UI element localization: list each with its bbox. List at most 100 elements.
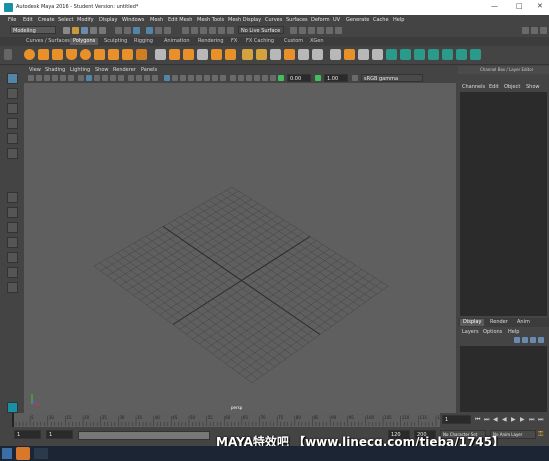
poly-plane-icon[interactable] bbox=[94, 49, 105, 60]
layer-menu-help[interactable]: Help bbox=[508, 329, 519, 335]
isolate-select-icon[interactable] bbox=[230, 75, 236, 81]
shelf-tab-xgen[interactable]: XGen bbox=[307, 38, 327, 45]
super-shape-icon[interactable] bbox=[136, 49, 147, 60]
poly-cube-icon[interactable] bbox=[38, 49, 49, 60]
render-settings-icon[interactable] bbox=[326, 27, 333, 34]
shelf-tab-animation[interactable]: Animation bbox=[161, 38, 193, 45]
depth-of-field-icon[interactable] bbox=[220, 75, 226, 81]
snap-target-icon[interactable] bbox=[227, 27, 234, 34]
undo-icon[interactable] bbox=[90, 27, 97, 34]
perspective-viewport[interactable]: persp bbox=[24, 83, 456, 413]
scale-tool-icon[interactable] bbox=[7, 148, 18, 159]
layer-tab-render[interactable]: Render bbox=[490, 319, 508, 326]
save-scene-icon[interactable] bbox=[81, 27, 88, 34]
boolean-icon[interactable] bbox=[197, 49, 208, 60]
automatic-mapping-icon[interactable] bbox=[428, 49, 439, 60]
menu-windows[interactable]: Windows bbox=[122, 17, 144, 23]
move-tool-icon[interactable] bbox=[7, 118, 18, 129]
step-back-key-icon[interactable]: ⏭ bbox=[484, 416, 489, 424]
shelf-tab-custom[interactable]: Custom bbox=[281, 38, 306, 45]
current-frame-field[interactable]: 1 bbox=[442, 415, 471, 424]
gate-mask-icon[interactable] bbox=[102, 75, 108, 81]
menu-edit-mesh[interactable]: Edit Mesh bbox=[168, 17, 192, 23]
view-transform-icon[interactable] bbox=[352, 75, 358, 81]
history-icon[interactable] bbox=[290, 27, 297, 34]
two-d-pan-icon[interactable] bbox=[60, 75, 66, 81]
exposure-icon[interactable] bbox=[278, 75, 284, 81]
shadows-icon[interactable] bbox=[188, 75, 194, 81]
mode-dropdown[interactable]: Modeling bbox=[10, 26, 56, 34]
snap-view-plane-icon[interactable] bbox=[209, 27, 216, 34]
bridge-icon[interactable] bbox=[225, 49, 236, 60]
wireframe-icon[interactable] bbox=[128, 75, 134, 81]
unfold-uv-icon[interactable] bbox=[456, 49, 467, 60]
extrude-icon[interactable] bbox=[211, 49, 222, 60]
viewport-menu-renderer[interactable]: Renderer bbox=[113, 67, 136, 73]
separate-icon[interactable] bbox=[169, 49, 180, 60]
menu-select[interactable]: Select bbox=[58, 17, 73, 23]
menu-curves[interactable]: Curves bbox=[265, 17, 282, 23]
snap-curve-icon[interactable] bbox=[191, 27, 198, 34]
cb-menu-channels[interactable]: Channels bbox=[462, 84, 485, 90]
select-tool-icon[interactable] bbox=[7, 73, 18, 84]
poly-cone-icon[interactable] bbox=[66, 49, 77, 60]
textured-icon[interactable] bbox=[172, 75, 178, 81]
go-to-end-icon[interactable]: ⏭ bbox=[538, 416, 543, 424]
current-time-marker[interactable] bbox=[12, 413, 14, 427]
toggle-panel-icon[interactable] bbox=[522, 27, 529, 34]
merge-icon[interactable] bbox=[298, 49, 309, 60]
film-gate-icon[interactable] bbox=[86, 75, 92, 81]
toggle-panel-icon-2[interactable] bbox=[531, 27, 538, 34]
step-back-frame-icon[interactable]: ◀ bbox=[493, 416, 498, 423]
menu-cache[interactable]: Cache bbox=[373, 17, 389, 23]
layer-tab-anim[interactable]: Anim bbox=[517, 319, 530, 326]
target-weld-icon[interactable] bbox=[312, 49, 323, 60]
near-clip-field[interactable]: 0.00 bbox=[287, 74, 311, 82]
outliner-layout-icon[interactable] bbox=[7, 267, 18, 278]
grease-pencil-icon[interactable] bbox=[68, 75, 74, 81]
menu-create[interactable]: Create bbox=[38, 17, 55, 23]
new-layer-icon[interactable] bbox=[514, 337, 520, 343]
taskbar-maya-icon[interactable] bbox=[34, 448, 48, 459]
poly-disc-icon[interactable] bbox=[108, 49, 119, 60]
menu-file[interactable]: File bbox=[8, 17, 16, 23]
color-space-dropdown[interactable]: sRGB gamma bbox=[361, 74, 423, 82]
select-mask-icon[interactable] bbox=[146, 27, 153, 34]
edge-mask-icon[interactable] bbox=[164, 27, 171, 34]
camera-ruler-icon[interactable] bbox=[254, 75, 260, 81]
shelf-tab-curves-surfaces[interactable]: Curves / Surfaces bbox=[23, 38, 73, 45]
menu-mesh-tools[interactable]: Mesh Tools bbox=[197, 17, 224, 23]
cylindrical-mapping-icon[interactable] bbox=[400, 49, 411, 60]
layer-menu-layers[interactable]: Layers bbox=[462, 329, 479, 335]
hypershade-icon[interactable] bbox=[335, 27, 342, 34]
layout-uv-icon[interactable] bbox=[470, 49, 481, 60]
planar-mapping-icon[interactable] bbox=[386, 49, 397, 60]
uv-editor-icon[interactable] bbox=[442, 49, 453, 60]
menu-generate[interactable]: Generate bbox=[346, 17, 369, 23]
single-perspective-layout-icon[interactable] bbox=[7, 192, 18, 203]
combine-icon[interactable] bbox=[155, 49, 166, 60]
viewport-menu-panels[interactable]: Panels bbox=[141, 67, 157, 73]
new-scene-icon[interactable] bbox=[63, 27, 70, 34]
poly-sphere-icon[interactable] bbox=[24, 49, 35, 60]
smooth-icon[interactable] bbox=[183, 49, 194, 60]
four-view-layout-icon[interactable] bbox=[7, 207, 18, 218]
ipr-render-icon[interactable] bbox=[317, 27, 324, 34]
fill-hole-icon[interactable] bbox=[284, 49, 295, 60]
append-polygon-icon[interactable] bbox=[270, 49, 281, 60]
lasso-tool-icon[interactable] bbox=[7, 88, 18, 99]
color-space-icon[interactable] bbox=[270, 75, 276, 81]
xray-components-icon[interactable] bbox=[246, 75, 252, 81]
go-to-start-icon[interactable]: ⏮ bbox=[475, 416, 480, 424]
maya-home-icon[interactable] bbox=[7, 402, 18, 413]
grid-toggle-icon[interactable] bbox=[78, 75, 84, 81]
poly-torus-icon[interactable] bbox=[80, 49, 91, 60]
menu-surfaces[interactable]: Surfaces bbox=[286, 17, 308, 23]
platonic-solid-icon[interactable] bbox=[122, 49, 133, 60]
image-plane-icon[interactable] bbox=[52, 75, 58, 81]
menu-mesh[interactable]: Mesh bbox=[150, 17, 163, 23]
mirror-icon[interactable] bbox=[330, 49, 341, 60]
persp-hypershade-layout-icon[interactable] bbox=[7, 252, 18, 263]
hud-icon[interactable] bbox=[262, 75, 268, 81]
bookmark-icon[interactable] bbox=[44, 75, 50, 81]
